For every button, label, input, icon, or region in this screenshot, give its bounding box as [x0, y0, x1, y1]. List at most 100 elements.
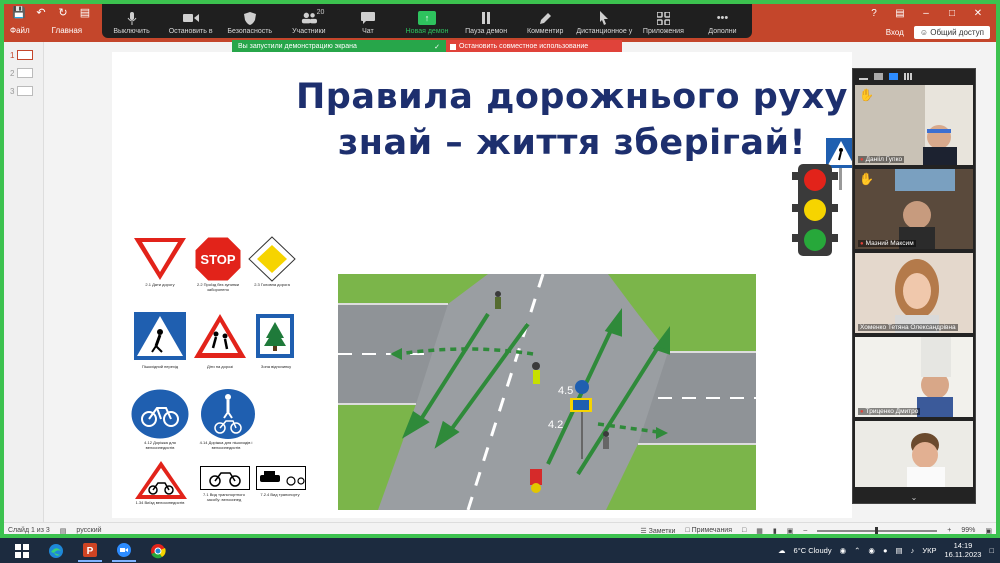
sign-caption: Доріжка для пішоходів і велосипедистів [208, 440, 253, 450]
raised-hand-icon: ✋ [859, 172, 874, 186]
remote-control-button[interactable]: Дистанционное у [575, 11, 634, 35]
zoom-slider[interactable] [817, 526, 938, 534]
slideshow-view-icon[interactable]: ▣ [787, 527, 794, 535]
vehicle-type-plate-sign-icon [256, 466, 306, 490]
mic-icon [124, 11, 140, 25]
clock-date: 16.11.2023 [944, 550, 982, 559]
new-share-icon: ↑ [418, 11, 437, 25]
participant-tile[interactable] [855, 421, 973, 487]
panel-scroll-down-icon[interactable]: ⌄ [853, 493, 975, 503]
redo-icon[interactable]: ↻ [56, 7, 70, 19]
undo-icon[interactable]: ↶ [34, 7, 48, 19]
zoom-slider-knob[interactable] [875, 526, 879, 534]
single-view-icon[interactable] [874, 72, 883, 80]
share-button[interactable]: ☺ Общий доступ [913, 26, 990, 39]
sign-caption: Проїзд без зупинки заборонено [203, 282, 240, 292]
pedestrian-bicycle-path-sign-icon [201, 389, 255, 439]
mic-muted-icon: ● [860, 240, 864, 247]
security-button[interactable]: Безопасность [220, 11, 279, 35]
clock[interactable]: 14:19 16.11.2023 [944, 541, 981, 559]
chrome-icon[interactable] [146, 540, 170, 562]
pause-share-button[interactable]: Пауза демон [457, 11, 516, 35]
participant-tile[interactable]: Хоменко Тетяна Олександрівна [855, 253, 973, 333]
weather-text[interactable]: 6°C Cloudy [794, 546, 832, 555]
sign-caption: Виїзд велосипедистів [144, 500, 185, 505]
chevron-up-icon[interactable]: ⌃ [854, 546, 860, 555]
tab-file[interactable]: Файл [10, 26, 30, 35]
stop-video-button[interactable]: Остановить в [161, 11, 220, 35]
annotate-button[interactable]: Комментир [516, 11, 575, 35]
keyboard-language[interactable]: УКР [922, 546, 936, 555]
participant-tile[interactable]: ● Триценко Дмитро [855, 337, 973, 417]
participant-count: 20 [316, 9, 325, 16]
close-icon[interactable]: ✕ [972, 8, 984, 19]
zoom-out-button[interactable]: – [803, 527, 807, 534]
participant-video [855, 337, 973, 417]
zoom-in-button[interactable]: + [947, 527, 951, 534]
stop-share-label: Остановить совместное использование [459, 43, 589, 50]
tab-home[interactable]: Главная [52, 26, 82, 35]
participant-video [855, 253, 973, 333]
road-signs-collage: 2.1 Дати дорогу STOP 2.2 Проїзд без зупи… [130, 236, 306, 516]
network-icon[interactable]: ▤ [896, 546, 903, 555]
reading-view-icon[interactable]: ▮ [773, 527, 777, 535]
raised-hand-icon: ✋ [859, 88, 874, 102]
participant-tile[interactable]: ✋ ● Мазний Максим [855, 169, 973, 249]
slideshow-icon[interactable]: ▤ [78, 7, 92, 19]
slide-thumbnail[interactable]: 2 [10, 68, 43, 78]
minimize-panel-icon[interactable] [859, 73, 868, 80]
save-icon[interactable]: 💾 [12, 7, 26, 19]
spellcheck-icon[interactable]: ▤ [60, 527, 67, 535]
mute-button[interactable]: Выключить [102, 11, 161, 35]
strip-view-icon[interactable] [889, 72, 898, 80]
zoom-app-icon[interactable] [112, 540, 136, 562]
account-area: Вход ☺ Общий доступ [886, 26, 990, 39]
grid-view-icon[interactable] [904, 72, 913, 80]
volume-icon[interactable]: ♪ [911, 546, 915, 555]
zoom-tray-icon[interactable]: ◉ [840, 546, 847, 555]
participant-tile[interactable]: ✋ ● Данііл Гупко [855, 85, 973, 165]
help-icon[interactable]: ? [868, 8, 880, 19]
comments-button[interactable]: □ Примечания [685, 527, 732, 534]
share-button-label: Общий доступ [930, 28, 984, 37]
language-indicator[interactable]: русский [76, 527, 101, 534]
intersection-illustration: 4.5 4.2 [338, 274, 756, 510]
zoom-level[interactable]: 99% [961, 527, 975, 534]
slide-thumbnail[interactable]: 3 [10, 86, 43, 96]
ribbon-tabs: Файл Главная В [10, 26, 109, 35]
maximize-icon[interactable]: □ [946, 8, 958, 19]
slide-sorter-icon[interactable]: ▦ [756, 527, 763, 535]
sign-label-4-2: 4.2 [548, 419, 563, 431]
sign-in-link[interactable]: Вход [886, 28, 904, 37]
normal-view-icon[interactable]: □ [742, 527, 746, 534]
tray-app-icon[interactable]: ◉ [868, 546, 875, 555]
participants-button[interactable]: 20 Участники [279, 9, 338, 35]
participant-name: Триценко Дмитро [865, 408, 919, 415]
tray-mic-icon[interactable]: ● [883, 546, 888, 555]
sign-caption: Головна дорога [260, 282, 290, 287]
shared-screen-frame: 💾 ↶ ↻ ▤ Файл Главная В ? ▤ – □ ✕ Вход ☺ … [0, 0, 1000, 538]
slide-canvas[interactable]: Правила дорожнього руху знай – життя збе… [112, 52, 856, 518]
slide-thumbnail-preview [17, 50, 34, 60]
new-share-button[interactable]: ↑ Новая демон [397, 11, 456, 35]
mic-muted-icon: ● [860, 408, 864, 415]
windows-start-icon[interactable] [10, 540, 34, 562]
ribbon-display-icon[interactable]: ▤ [894, 8, 906, 19]
more-button[interactable]: ••• Дополни [693, 11, 752, 35]
fit-slide-icon[interactable]: ▣ [985, 527, 992, 535]
edge-icon[interactable] [44, 540, 68, 562]
minimize-icon[interactable]: – [920, 8, 932, 19]
slide-thumbnail-preview [17, 68, 34, 78]
apps-button[interactable]: Приложения [634, 11, 693, 35]
slide-title-line2: знай – життя зберігай! [337, 123, 807, 163]
weather-cloud-icon[interactable]: ☁ [778, 546, 786, 555]
notes-button[interactable]: ☰ Заметки [640, 527, 675, 535]
powerpoint-icon[interactable]: P [78, 540, 102, 562]
slide-thumbnail[interactable]: 1 [10, 50, 43, 60]
chat-button[interactable]: Чат [338, 11, 397, 35]
notifications-icon[interactable]: □ [989, 546, 994, 555]
stop-sign-icon: STOP [194, 236, 242, 282]
svg-text:P: P [87, 546, 94, 557]
slide-counter: Слайд 1 из 3 [8, 527, 50, 534]
slide-thumbnail-preview [17, 86, 34, 96]
